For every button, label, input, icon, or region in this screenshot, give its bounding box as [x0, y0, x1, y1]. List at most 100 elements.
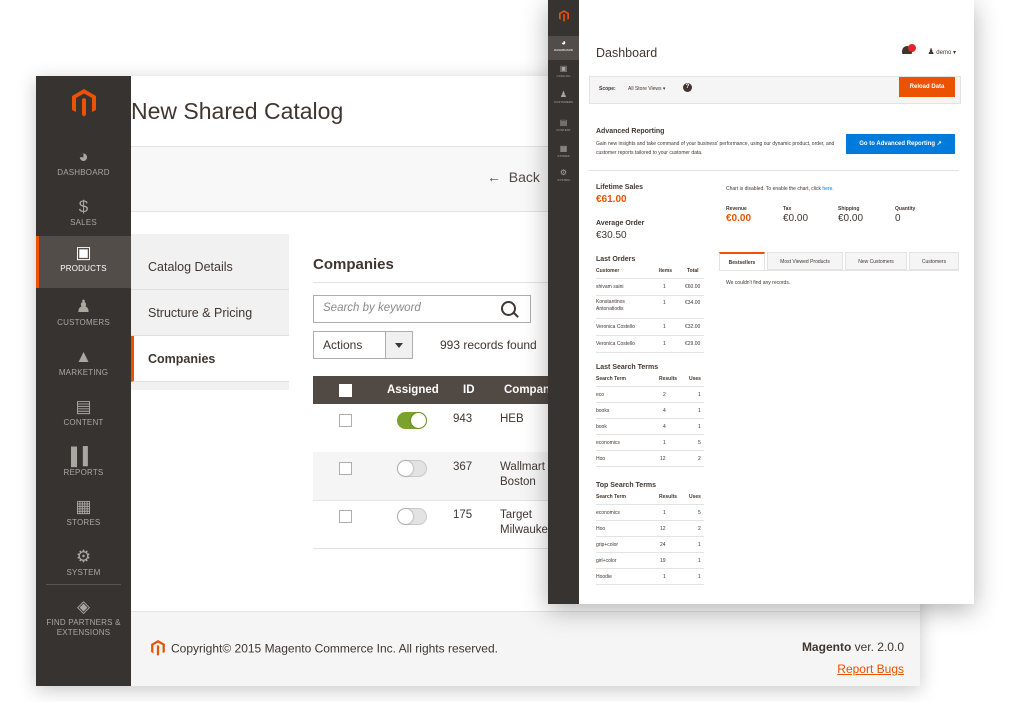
arrow-left-icon: ←	[487, 169, 501, 185]
search-placeholder: Search by keyword	[323, 302, 421, 314]
table-row[interactable]: Veronica Costello 1 €29.00	[596, 336, 704, 353]
totals-revenue-label: Revenue	[726, 206, 747, 212]
advanced-reporting-button[interactable]: Go to Advanced Reporting ↗	[846, 134, 955, 154]
table-row[interactable]: girl+color 19 1	[596, 553, 704, 569]
sidebar-item-products[interactable]: ▣ PRODUCTS	[36, 236, 131, 288]
user-menu[interactable]: ♟ demo ▾	[927, 47, 956, 56]
dashboard-window: ◕ DASHBOARD ▣ CATALOG ♟ CUSTOMERS ▤ CONTENT …	[548, 0, 974, 604]
admin-sidebar: ◕ DASHBOARD $ SALES ▣ PRODUCTS ♟ CUSTOMERS ▲…	[36, 76, 131, 686]
row-checkbox[interactable]	[339, 414, 352, 427]
version-info: Magento ver. 2.0.0	[802, 640, 904, 654]
average-order-label: Average Order	[596, 220, 645, 227]
sidebar-item-stores[interactable]: ▦ STORES	[548, 142, 579, 166]
sidebar-item-dashboard[interactable]: ◕ DASHBOARD	[548, 36, 579, 60]
sidebar-item-content[interactable]: ▤ CONTENT	[548, 116, 579, 140]
no-records-message: We couldn't find any records.	[726, 280, 791, 286]
tab-most-viewed-products[interactable]: Most Viewed Products	[767, 252, 843, 270]
tab-bestsellers[interactable]: Bestsellers	[719, 252, 765, 270]
table-row[interactable]: Veronica Costello 1 €32.00	[596, 319, 704, 336]
tab-customers[interactable]: Customers	[909, 252, 959, 270]
scope-switcher[interactable]: All Store Views ▾	[628, 86, 665, 92]
totals-shipping-label: Shipping	[838, 206, 860, 212]
store-icon: ▦	[75, 497, 92, 516]
magento-logo-icon[interactable]	[36, 76, 131, 130]
records-count: 993 records found	[440, 338, 537, 352]
row-company: Wallmart Boston	[500, 461, 545, 488]
actions-dropdown[interactable]: Actions	[313, 331, 413, 359]
sidebar-item-dashboard[interactable]: ◕ DASHBOARD	[36, 140, 131, 190]
back-button[interactable]: ← Back	[487, 169, 540, 185]
row-checkbox[interactable]	[339, 462, 352, 475]
brand-name: Magento	[801, 640, 852, 654]
header-assigned[interactable]: Assigned	[387, 384, 439, 396]
search-input[interactable]: Search by keyword	[313, 295, 531, 323]
average-order-value: €30.50	[596, 230, 627, 241]
table-row[interactable]: economics 1 5	[596, 505, 704, 521]
table-row[interactable]: books 4 1	[596, 403, 704, 419]
table-row[interactable]: grip+color 24 1	[596, 537, 704, 553]
search-icon[interactable]	[501, 301, 516, 316]
enable-chart-link[interactable]: here.	[822, 186, 833, 192]
external-link-icon: ↗	[936, 141, 942, 147]
gear-icon: ⚙	[559, 168, 568, 177]
sidebar-item-system[interactable]: ⚙ SYSTEM	[548, 166, 579, 190]
megaphone-icon: ▲	[75, 347, 92, 366]
header-id[interactable]: ID	[463, 384, 475, 396]
reload-data-button[interactable]: Reload Data	[899, 77, 955, 97]
tab-catalog-details[interactable]: Catalog Details	[131, 244, 289, 290]
sidebar-item-sales[interactable]: $ SALES	[36, 190, 131, 240]
sidebar-item-stores[interactable]: ▦ STORES	[36, 490, 131, 540]
row-id: 367	[453, 461, 473, 473]
dollar-icon: $	[78, 197, 89, 216]
totals-tax-value: €0.00	[783, 213, 809, 224]
advanced-reporting-title: Advanced Reporting	[596, 128, 665, 135]
sidebar-item-catalog[interactable]: ▣ CATALOG	[548, 62, 579, 86]
tab-new-customers[interactable]: New Customers	[845, 252, 907, 270]
sidebar-item-reports[interactable]: ▌▍ REPORTS	[36, 440, 131, 490]
chevron-down-icon: ▾	[952, 50, 956, 56]
assigned-toggle[interactable]	[397, 460, 427, 477]
totals-tax-label: Tax	[783, 206, 792, 212]
magento-logo-icon[interactable]	[548, 3, 579, 29]
report-bugs-link[interactable]: Report Bugs	[837, 662, 904, 676]
row-checkbox[interactable]	[339, 510, 352, 523]
sidebar-item-find-partners[interactable]: ◈ FIND PARTNERS & EXTENSIONS	[36, 590, 131, 646]
catalog-tabs: Catalog Details Structure & Pricing Comp…	[131, 234, 289, 390]
help-icon[interactable]: ?	[683, 83, 692, 92]
table-row[interactable]: economics 1 5	[596, 435, 704, 451]
select-all-checkbox[interactable]	[339, 384, 352, 397]
version-text: ver. 2.0.0	[854, 640, 904, 654]
totals-shipping-value: €0.00	[838, 213, 864, 224]
row-id: 943	[453, 413, 473, 425]
tab-companies[interactable]: Companies	[131, 336, 289, 382]
lifetime-sales-value: €61.00	[596, 194, 627, 205]
tab-structure-pricing[interactable]: Structure & Pricing	[131, 290, 289, 336]
last-orders-title: Last Orders	[596, 256, 636, 263]
top-search-title: Top Search Terms	[596, 482, 657, 489]
table-row[interactable]: Konstantinos Antonatiodis 1 €34.00	[596, 296, 704, 319]
advanced-reporting-text: Gain new insights and take command of yo…	[596, 141, 835, 156]
lifetime-sales-label: Lifetime Sales	[596, 184, 644, 191]
table-row[interactable]: book 4 1	[596, 419, 704, 435]
sidebar-item-marketing[interactable]: ▲ MARKETING	[36, 340, 131, 390]
table-row[interactable]: Hoo 12 2	[596, 521, 704, 537]
table-row[interactable]: Hoodie 1 1	[596, 569, 704, 585]
sidebar-item-customers[interactable]: ♟ CUSTOMERS	[548, 88, 579, 112]
table-row[interactable]: eco 2 1	[596, 387, 704, 403]
row-company: HEB	[500, 413, 524, 425]
tab-divider	[719, 270, 959, 271]
divider	[589, 170, 959, 171]
last-orders-header: Customer Items Total	[596, 266, 704, 279]
table-row[interactable]: shivam saini 1 €60.00	[596, 279, 704, 296]
sidebar-item-customers[interactable]: ♟ CUSTOMERS	[36, 290, 131, 340]
sidebar-item-system[interactable]: ⚙ SYSTEM	[36, 540, 131, 590]
table-row[interactable]: Hoo 12 2	[596, 451, 704, 467]
sidebar-item-content[interactable]: ▤ CONTENT	[36, 390, 131, 440]
totals-quantity-label: Quantity	[895, 206, 916, 212]
magento-footer-logo-icon	[151, 640, 165, 659]
chevron-down-icon[interactable]	[385, 332, 412, 358]
assigned-toggle[interactable]	[397, 412, 427, 429]
cube-icon: ▣	[75, 243, 92, 262]
assigned-toggle[interactable]	[397, 508, 427, 525]
scope-label: Scope:	[599, 86, 616, 92]
